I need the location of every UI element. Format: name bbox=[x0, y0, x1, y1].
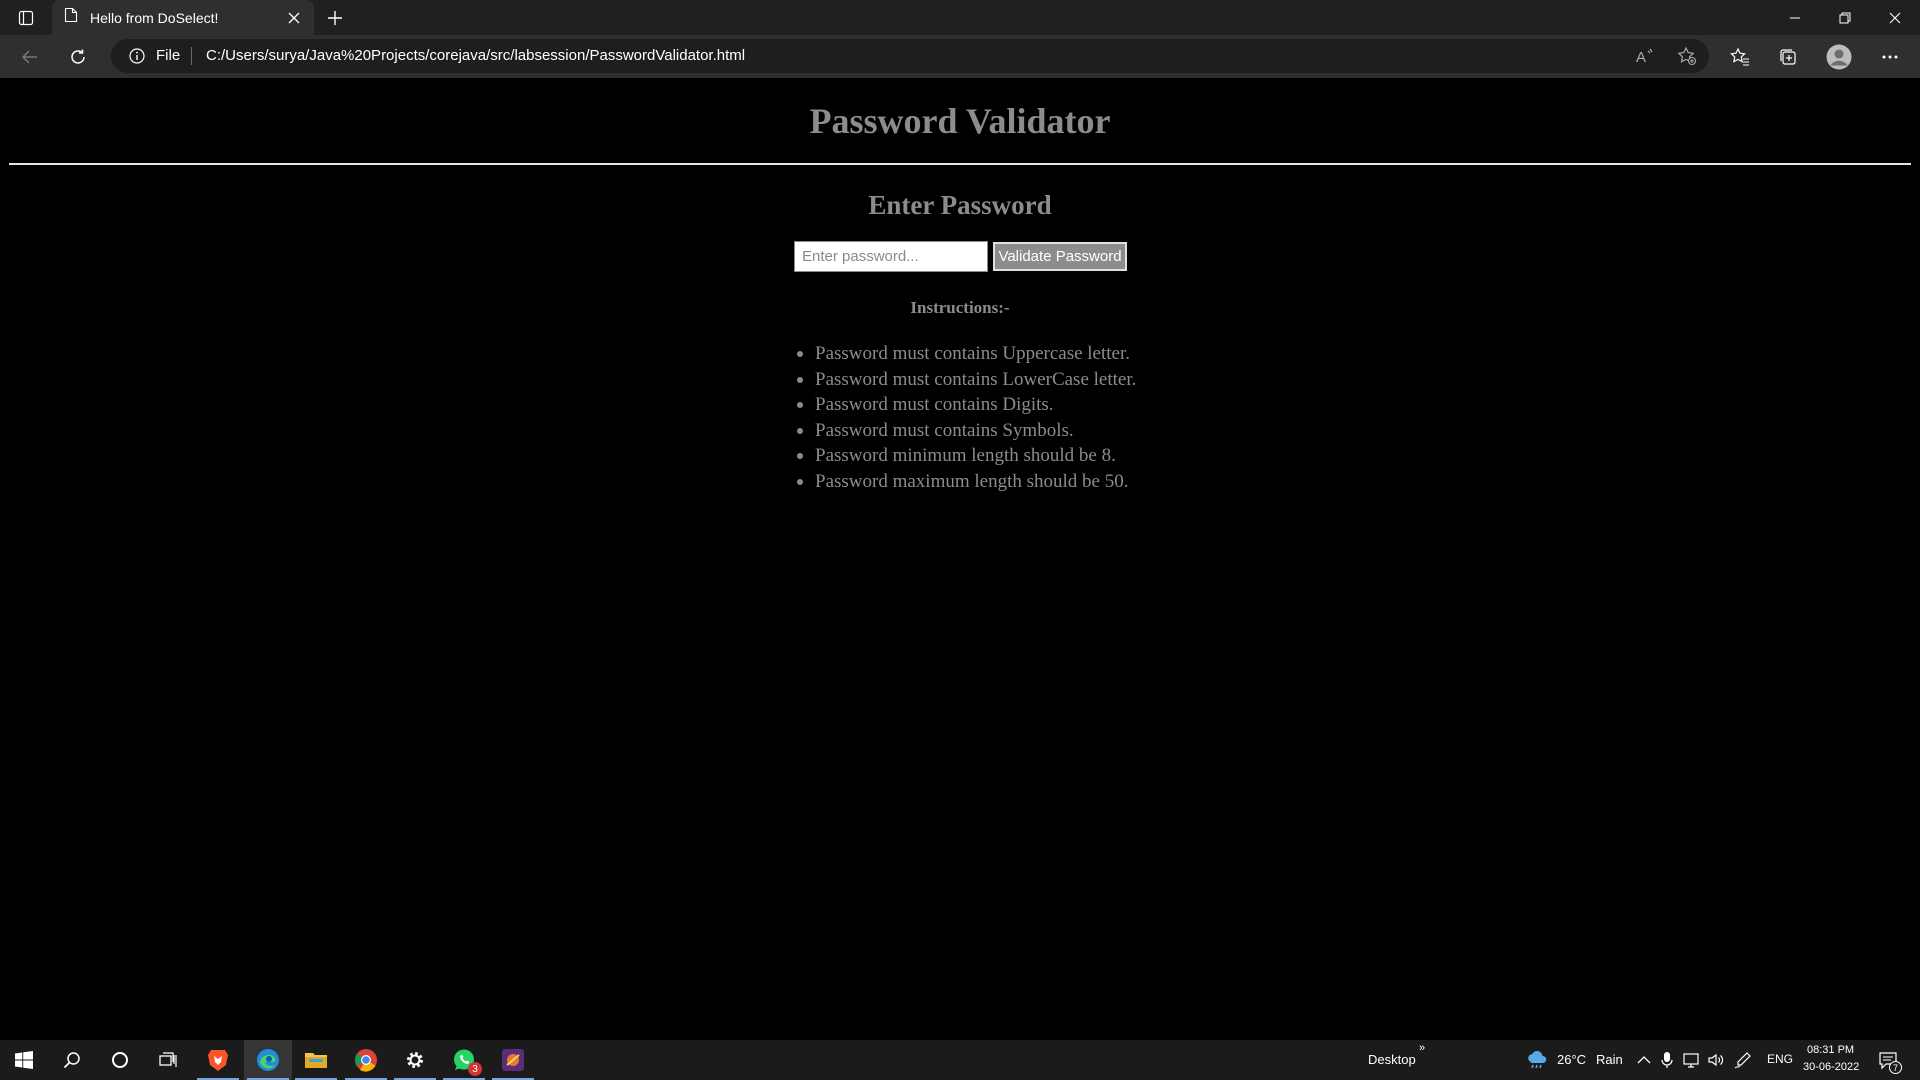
browser-tab-bar: Hello from DoSelect! bbox=[0, 0, 1920, 35]
notification-count: 7 bbox=[1889, 1061, 1902, 1074]
pen-icon[interactable] bbox=[1734, 1051, 1752, 1074]
instructions-heading: Instructions:- bbox=[910, 298, 1010, 317]
task-view-icon[interactable] bbox=[144, 1040, 192, 1080]
tab-actions-icon[interactable] bbox=[10, 6, 42, 30]
page-title: Password Validator bbox=[809, 101, 1111, 141]
start-icon[interactable] bbox=[0, 1040, 48, 1080]
new-tab-button[interactable] bbox=[321, 6, 349, 30]
show-hidden-icons-chevron-up-icon[interactable] bbox=[1637, 1053, 1651, 1071]
action-center-notification-icon[interactable]: 7 bbox=[1878, 1050, 1902, 1074]
game-app-icon[interactable] bbox=[489, 1040, 537, 1080]
password-input[interactable] bbox=[794, 241, 988, 272]
chrome-icon[interactable] bbox=[342, 1040, 390, 1080]
chevron-right-icon[interactable]: » bbox=[1419, 1042, 1425, 1054]
close-tab-icon[interactable] bbox=[286, 10, 302, 26]
svg-text:A: A bbox=[1636, 49, 1646, 65]
profile-avatar-icon[interactable] bbox=[1823, 41, 1855, 73]
back-icon[interactable] bbox=[14, 41, 46, 73]
validate-password-button[interactable]: Validate Password bbox=[993, 242, 1127, 271]
refresh-icon[interactable] bbox=[62, 41, 94, 73]
section-subtitle: Enter Password bbox=[868, 190, 1052, 220]
minimize-icon[interactable] bbox=[1770, 0, 1820, 35]
read-aloud-icon[interactable]: A bbox=[1635, 46, 1657, 66]
file-explorer-icon[interactable] bbox=[292, 1040, 340, 1080]
collections-icon[interactable] bbox=[1772, 41, 1804, 73]
address-scheme-label: File bbox=[156, 47, 181, 64]
settings-gear-icon[interactable] bbox=[391, 1040, 439, 1080]
add-favorite-icon[interactable] bbox=[1676, 46, 1698, 66]
close-window-icon[interactable] bbox=[1870, 0, 1920, 35]
input-language[interactable]: ENG bbox=[1767, 1052, 1793, 1066]
clock-date[interactable]: 30-06-2022 bbox=[1803, 1061, 1859, 1073]
instruction-item: Password must contains Uppercase letter. bbox=[795, 341, 1136, 367]
favorites-icon[interactable] bbox=[1724, 41, 1756, 73]
browser-toolbar: File C:/Users/surya/Java%20Projects/core… bbox=[0, 35, 1920, 78]
clock-time[interactable]: 08:31 PM bbox=[1807, 1044, 1854, 1056]
horizontal-rule bbox=[9, 163, 1911, 165]
instruction-item: Password maximum length should be 50. bbox=[795, 469, 1136, 495]
instructions-list: Password must contains Uppercase letter.… bbox=[795, 341, 1136, 494]
weather-temperature[interactable]: 26°C bbox=[1557, 1052, 1586, 1067]
instruction-item: Password minimum length should be 8. bbox=[795, 443, 1136, 469]
desktop-toolbar-label[interactable]: Desktop bbox=[1368, 1052, 1416, 1067]
address-bar[interactable]: File C:/Users/surya/Java%20Projects/core… bbox=[111, 39, 1709, 73]
browser-tab[interactable]: Hello from DoSelect! bbox=[52, 0, 314, 35]
instruction-item: Password must contains Symbols. bbox=[795, 418, 1136, 444]
search-icon[interactable] bbox=[48, 1040, 96, 1080]
brave-browser-icon[interactable] bbox=[194, 1040, 242, 1080]
page-icon bbox=[64, 7, 78, 28]
notification-badge: 3 bbox=[468, 1062, 482, 1076]
instruction-item: Password must contains Digits. bbox=[795, 392, 1136, 418]
more-options-icon[interactable] bbox=[1874, 41, 1906, 73]
microphone-icon[interactable] bbox=[1661, 1051, 1673, 1074]
address-url[interactable]: C:/Users/surya/Java%20Projects/corejava/… bbox=[206, 47, 745, 64]
network-icon[interactable] bbox=[1683, 1051, 1701, 1074]
address-separator bbox=[191, 47, 192, 65]
cortana-icon[interactable] bbox=[96, 1040, 144, 1080]
page-content: Password Validator Enter Password Valida… bbox=[0, 78, 1920, 1040]
restore-icon[interactable] bbox=[1820, 0, 1870, 35]
weather-rain-icon[interactable] bbox=[1526, 1050, 1548, 1075]
tab-title: Hello from DoSelect! bbox=[90, 9, 219, 26]
volume-icon[interactable] bbox=[1707, 1051, 1725, 1074]
windows-taskbar: 3 Desktop » 26°C Rain ENG 08:31 PM 30-06… bbox=[0, 1040, 1920, 1080]
whatsapp-icon[interactable]: 3 bbox=[440, 1040, 488, 1080]
weather-condition[interactable]: Rain bbox=[1596, 1052, 1623, 1067]
site-info-icon[interactable] bbox=[129, 48, 145, 64]
edge-browser-icon[interactable] bbox=[244, 1040, 292, 1080]
instruction-item: Password must contains LowerCase letter. bbox=[795, 367, 1136, 393]
